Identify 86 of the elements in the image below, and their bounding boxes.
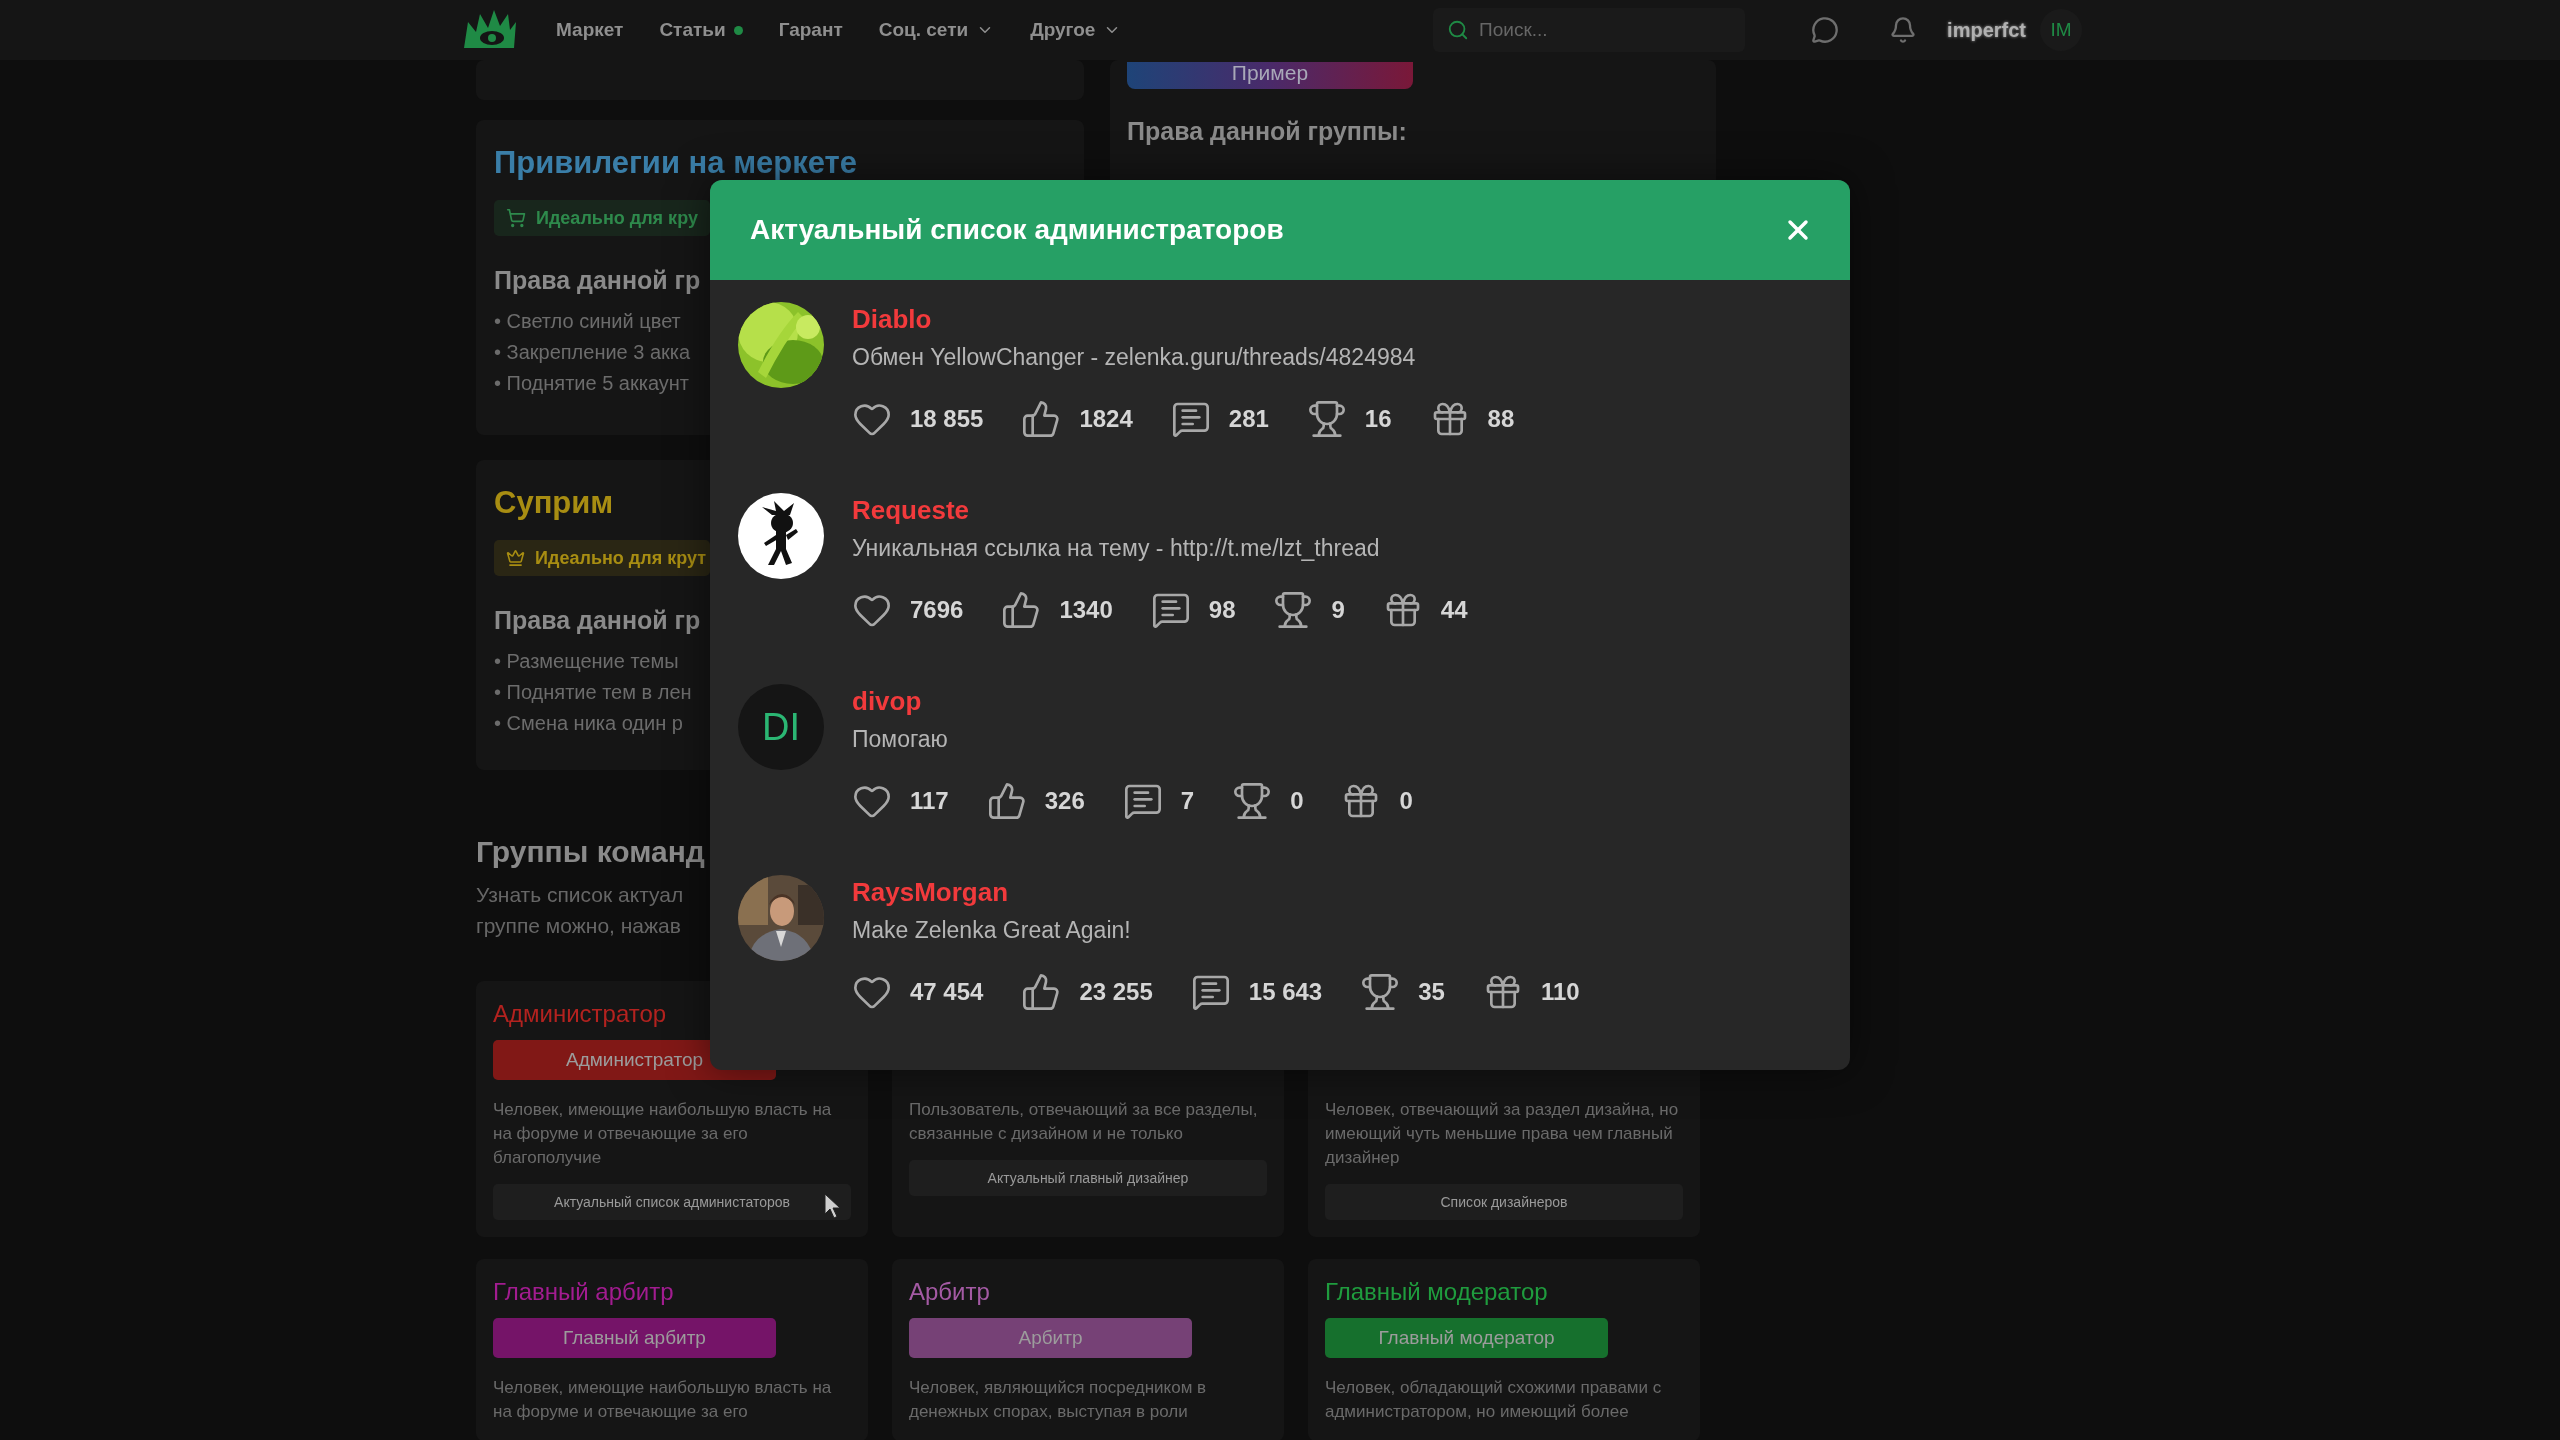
stat-count: 7	[1180, 787, 1195, 815]
group-description: Человек, отвечающий за раздел дизайна, но имеющий чуть меньшие права чем главный дизайнер	[1325, 1099, 1680, 1169]
thumbs-up-icon	[1001, 590, 1042, 630]
tag: Идеально для крут	[494, 540, 710, 576]
user-status: Помогаю	[852, 725, 949, 754]
card-title: Привилегии на меркете	[494, 148, 857, 178]
stat-count: 9	[1331, 596, 1345, 624]
stat-count: 1824	[1079, 405, 1133, 433]
rights-item: • Поднятие 5 аккаунт	[494, 371, 690, 396]
group-badge: Главный модератор	[1325, 1318, 1608, 1358]
user-status: Обмен YellowChanger - zelenka.guru/threads/4824984	[852, 343, 1417, 372]
user-name-link[interactable]: RaysMorgan	[852, 875, 1009, 909]
status-dot-icon	[733, 25, 743, 35]
group-badge: Арбитр	[909, 1318, 1192, 1358]
trophy-icon	[1360, 972, 1401, 1012]
trophy-icon	[1232, 781, 1273, 821]
group-badge: Главный арбитр	[493, 1318, 776, 1358]
cart-icon	[506, 208, 526, 228]
stat-count: 0	[1290, 787, 1304, 815]
stat-count: 18 855	[910, 405, 984, 433]
stat-count: 0	[1399, 787, 1413, 815]
stat-count: 23 255	[1079, 978, 1153, 1006]
user-name-link[interactable]: Diablo	[852, 302, 932, 336]
chat-icon[interactable]	[1811, 16, 1840, 44]
thumbs-up-icon	[1021, 972, 1062, 1012]
stat-count: 44	[1440, 596, 1468, 624]
trophy-icon	[1273, 590, 1314, 630]
rights-heading: Права данной гр	[494, 266, 701, 295]
group-list-button[interactable]: Актуальный список администаторов	[493, 1184, 851, 1220]
rights-item: • Размещение темы	[494, 649, 679, 674]
user-status: Уникальная ссылка на тему - http://t.me/lzt_thread	[852, 534, 1381, 563]
section-heading: Группы команд	[476, 835, 705, 869]
rights-item: • Светло синий цвет	[494, 309, 681, 334]
user-avatar[interactable]: IM	[2040, 9, 2082, 51]
rights-item: • Поднятие тем в лен	[494, 680, 692, 705]
stat-count: 88	[1487, 405, 1515, 433]
stat-count: 7696	[910, 596, 964, 624]
group-title: Главный арбитр	[493, 1277, 675, 1307]
dialog-title: Актуальный список администраторов	[750, 214, 1284, 246]
group-description: Пользователь, отвечающий за все разделы, связанные с дизайном и не только	[909, 1099, 1259, 1145]
section-text: группе можно, нажав	[476, 913, 681, 939]
rights-heading: Права данной гр	[494, 606, 701, 635]
user-avatar: DI	[738, 684, 824, 770]
stat-count: 15 643	[1248, 978, 1323, 1006]
trophy-icon	[1306, 399, 1347, 439]
group-description: Человек, имеющие наибольшую власть на на форуме и отвечающие за его	[493, 1377, 833, 1423]
thumbs-up-icon	[1021, 399, 1062, 439]
card-title: Суприм	[494, 488, 614, 518]
rights-item: • Закрепление 3 акка	[494, 340, 691, 365]
search-field[interactable]: Поиск...	[1433, 8, 1746, 52]
bell-icon[interactable]	[1889, 16, 1918, 44]
group-description: Человек, имеющие наибольшую власть на на форуме и отвечающие за его благополучие	[493, 1099, 833, 1169]
stat-count: 326	[1044, 787, 1085, 815]
group-description: Человек, являющийся посредником в денежных спорах, выступая в роли	[909, 1377, 1208, 1423]
cursor-icon	[824, 1193, 842, 1219]
rights-item: • Смена ника один р	[494, 711, 683, 736]
stat-count: 281	[1228, 405, 1269, 433]
crown-icon	[506, 548, 526, 568]
stat-count: 1340	[1059, 596, 1113, 624]
group-description: Человек, обладающий схожими правами с администратором, но имеющий более	[1325, 1377, 1663, 1423]
username[interactable]: imperfct	[1947, 18, 2026, 42]
group-title: Администратор	[493, 999, 668, 1029]
tag: Идеально для кру	[494, 200, 710, 236]
stat-count: 98	[1208, 596, 1236, 624]
user-name-link[interactable]: Requeste	[852, 493, 970, 527]
stat-count: 110	[1540, 978, 1580, 1006]
thumbs-up-icon	[986, 781, 1027, 821]
group-title: Арбитр	[909, 1277, 991, 1307]
search-icon	[1447, 19, 1470, 41]
stat-count: 35	[1418, 978, 1445, 1006]
nav-link[interactable]: Маркет	[556, 19, 624, 41]
group-list-button[interactable]: Актуальный главный дизайнер	[909, 1160, 1267, 1196]
rights-heading: Права данной группы:	[1127, 117, 1407, 146]
section-text: Узнать список актуал	[476, 882, 684, 908]
stat-count: 117	[910, 787, 949, 815]
group-title: Главный модератор	[1325, 1277, 1549, 1307]
group-list-button[interactable]: Список дизайнеров	[1325, 1184, 1683, 1220]
example-badge: Пример	[1127, 62, 1413, 89]
nav-link[interactable]: Статьи	[659, 19, 743, 41]
nav-link[interactable]: Другое	[1030, 19, 1122, 41]
user-name-link[interactable]: divop	[852, 684, 922, 718]
nav-link[interactable]: Гарант	[778, 19, 843, 41]
stat-count: 47 454	[910, 978, 984, 1006]
stat-count: 16	[1364, 405, 1392, 433]
user-status: Make Zelenka Great Again!	[852, 916, 1132, 945]
nav-link[interactable]: Соц. сети	[878, 19, 995, 41]
